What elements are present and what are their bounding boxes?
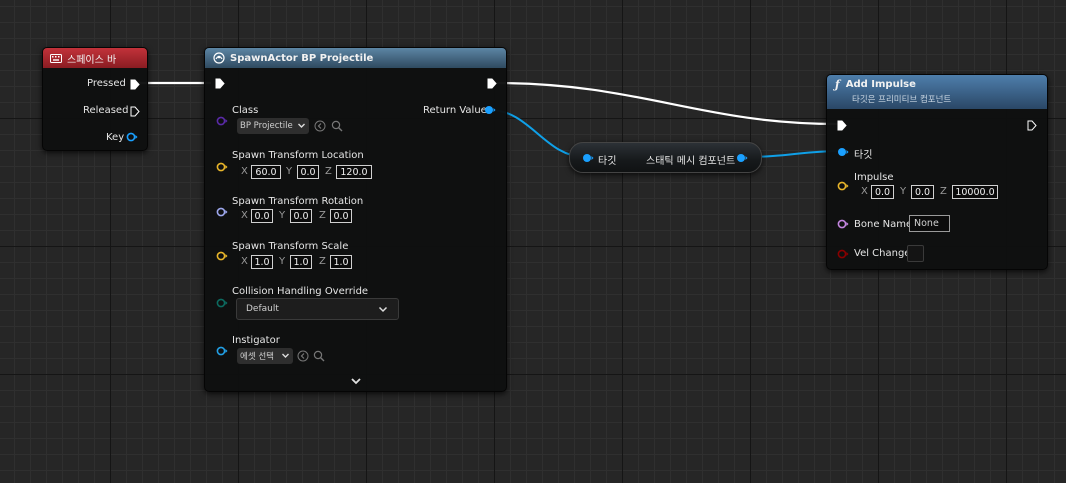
impulse-x-axis: X — [861, 186, 868, 197]
data-pin-icon[interactable] — [216, 346, 228, 359]
return-value-label: Return Value — [423, 105, 487, 116]
impulse-z-axis: Z — [940, 186, 947, 197]
class-label: Class — [232, 105, 259, 116]
data-pin-icon[interactable] — [837, 249, 849, 262]
scale-y-field[interactable]: 1.0 — [290, 255, 312, 269]
spawn-node-header[interactable]: SpawnActor BP Projectile — [205, 48, 506, 68]
data-pin-icon[interactable] — [837, 219, 849, 232]
data-pin-icon[interactable] — [126, 132, 138, 145]
location-z-axis: Z — [325, 166, 332, 177]
impulse-x-field[interactable]: 0.0 — [871, 185, 894, 199]
impulse-node-title: Add Impulse — [845, 79, 916, 90]
rotation-x-field[interactable]: 0.0 — [251, 209, 273, 223]
pin-label-pressed: Pressed — [87, 78, 126, 89]
rotation-x-axis: X — [241, 210, 248, 221]
data-pin-icon[interactable] — [837, 181, 849, 194]
spawn-actor-node[interactable]: SpawnActor BP Projectile Class BP Projec… — [204, 47, 507, 392]
chevron-down-icon — [281, 351, 290, 363]
impulse-node-header[interactable]: ƒ Add Impulse 타깃은 프리미티브 컴포넌트 — [827, 75, 1047, 109]
data-pin-icon[interactable] — [837, 147, 849, 160]
rotation-y-axis: Y — [279, 210, 286, 221]
data-pin-icon[interactable] — [484, 105, 496, 118]
data-pin-icon[interactable] — [736, 153, 748, 166]
location-x-field[interactable]: 60.0 — [251, 165, 281, 179]
exec-pin-icon[interactable] — [130, 106, 140, 120]
spacebar-node-header[interactable]: 스페이스 바 — [43, 48, 147, 68]
impulse-node-subtitle: 타깃은 프리미티브 컴포넌트 — [852, 95, 952, 105]
keyboard-icon — [50, 53, 62, 63]
collision-label: Collision Handling Override — [232, 286, 369, 297]
browse-arrow-icon[interactable] — [297, 350, 309, 365]
data-pin-icon[interactable] — [216, 251, 228, 264]
scale-z-field[interactable]: 1.0 — [330, 255, 352, 269]
location-y-field[interactable]: 0.0 — [297, 165, 319, 179]
collision-dropdown[interactable]: Default — [236, 298, 399, 320]
location-label: Spawn Transform Location — [232, 150, 364, 161]
data-pin-icon[interactable] — [582, 153, 594, 166]
function-icon: ƒ — [835, 78, 840, 91]
exec-wire-spawn-to-impulse — [495, 81, 839, 126]
instigator-dropdown[interactable]: 에셋 선택 — [237, 348, 293, 364]
location-y-axis: Y — [286, 166, 293, 177]
chevron-down-icon — [378, 305, 388, 317]
chevron-down-icon — [297, 121, 306, 133]
collision-dropdown-value: Default — [246, 304, 279, 314]
cast-output-label: 스태틱 메시 컴포넌트 — [646, 156, 736, 167]
cast-node[interactable]: 타깃 스태틱 메시 컴포넌트 — [569, 142, 762, 173]
data-pin-icon[interactable] — [216, 207, 228, 220]
scale-x-field[interactable]: 1.0 — [251, 255, 273, 269]
instigator-label: Instigator — [232, 335, 280, 346]
scale-x-axis: X — [241, 256, 248, 267]
rotation-z-axis: Z — [319, 210, 326, 221]
impulse-y-axis: Y — [900, 186, 907, 197]
expand-chevron-icon[interactable] — [350, 376, 362, 389]
add-impulse-node[interactable]: ƒ Add Impulse 타깃은 프리미티브 컴포넌트 타깃 Impulse … — [826, 74, 1048, 270]
rotation-y-field[interactable]: 0.0 — [290, 209, 312, 223]
exec-pin-icon[interactable] — [837, 120, 847, 134]
bone-name-label: Bone Name — [854, 219, 913, 230]
cast-input-label: 타깃 — [598, 156, 617, 167]
spawn-actor-icon — [213, 52, 225, 64]
location-x-axis: X — [241, 166, 248, 177]
class-dropdown-value: BP Projectile — [240, 121, 293, 131]
spacebar-event-node[interactable]: 스페이스 바 Pressed Released Key — [42, 47, 148, 151]
search-icon[interactable] — [331, 120, 343, 135]
impulse-y-field[interactable]: 0.0 — [911, 185, 934, 199]
pin-label-key: Key — [106, 132, 125, 143]
browse-arrow-icon[interactable] — [314, 120, 326, 135]
search-icon[interactable] — [313, 350, 325, 365]
instigator-dropdown-value: 에셋 선택 — [240, 352, 274, 362]
exec-pin-icon[interactable] — [215, 78, 225, 92]
impulse-label: Impulse — [854, 172, 894, 183]
bone-name-field[interactable]: None — [909, 215, 950, 232]
scale-z-axis: Z — [319, 256, 326, 267]
data-pin-icon[interactable] — [216, 162, 228, 175]
vel-change-label: Vel Change — [854, 248, 911, 259]
rotation-z-field[interactable]: 0.0 — [330, 209, 352, 223]
impulse-z-field[interactable]: 10000.0 — [952, 185, 998, 199]
data-pin-icon[interactable] — [216, 116, 228, 129]
pin-label-released: Released — [83, 105, 129, 116]
spacebar-node-title: 스페이스 바 — [67, 54, 117, 66]
scale-label: Spawn Transform Scale — [232, 241, 349, 252]
data-pin-icon[interactable] — [216, 298, 228, 311]
exec-pin-icon[interactable] — [1027, 120, 1037, 134]
spawn-node-title: SpawnActor BP Projectile — [230, 52, 374, 64]
exec-pin-icon[interactable] — [130, 79, 140, 93]
vel-change-checkbox[interactable] — [907, 245, 924, 262]
target-label: 타깃 — [854, 150, 873, 161]
location-z-field[interactable]: 120.0 — [336, 165, 372, 179]
scale-y-axis: Y — [279, 256, 286, 267]
exec-pin-icon[interactable] — [487, 78, 497, 92]
rotation-label: Spawn Transform Rotation — [232, 196, 364, 207]
class-dropdown[interactable]: BP Projectile — [237, 118, 309, 134]
